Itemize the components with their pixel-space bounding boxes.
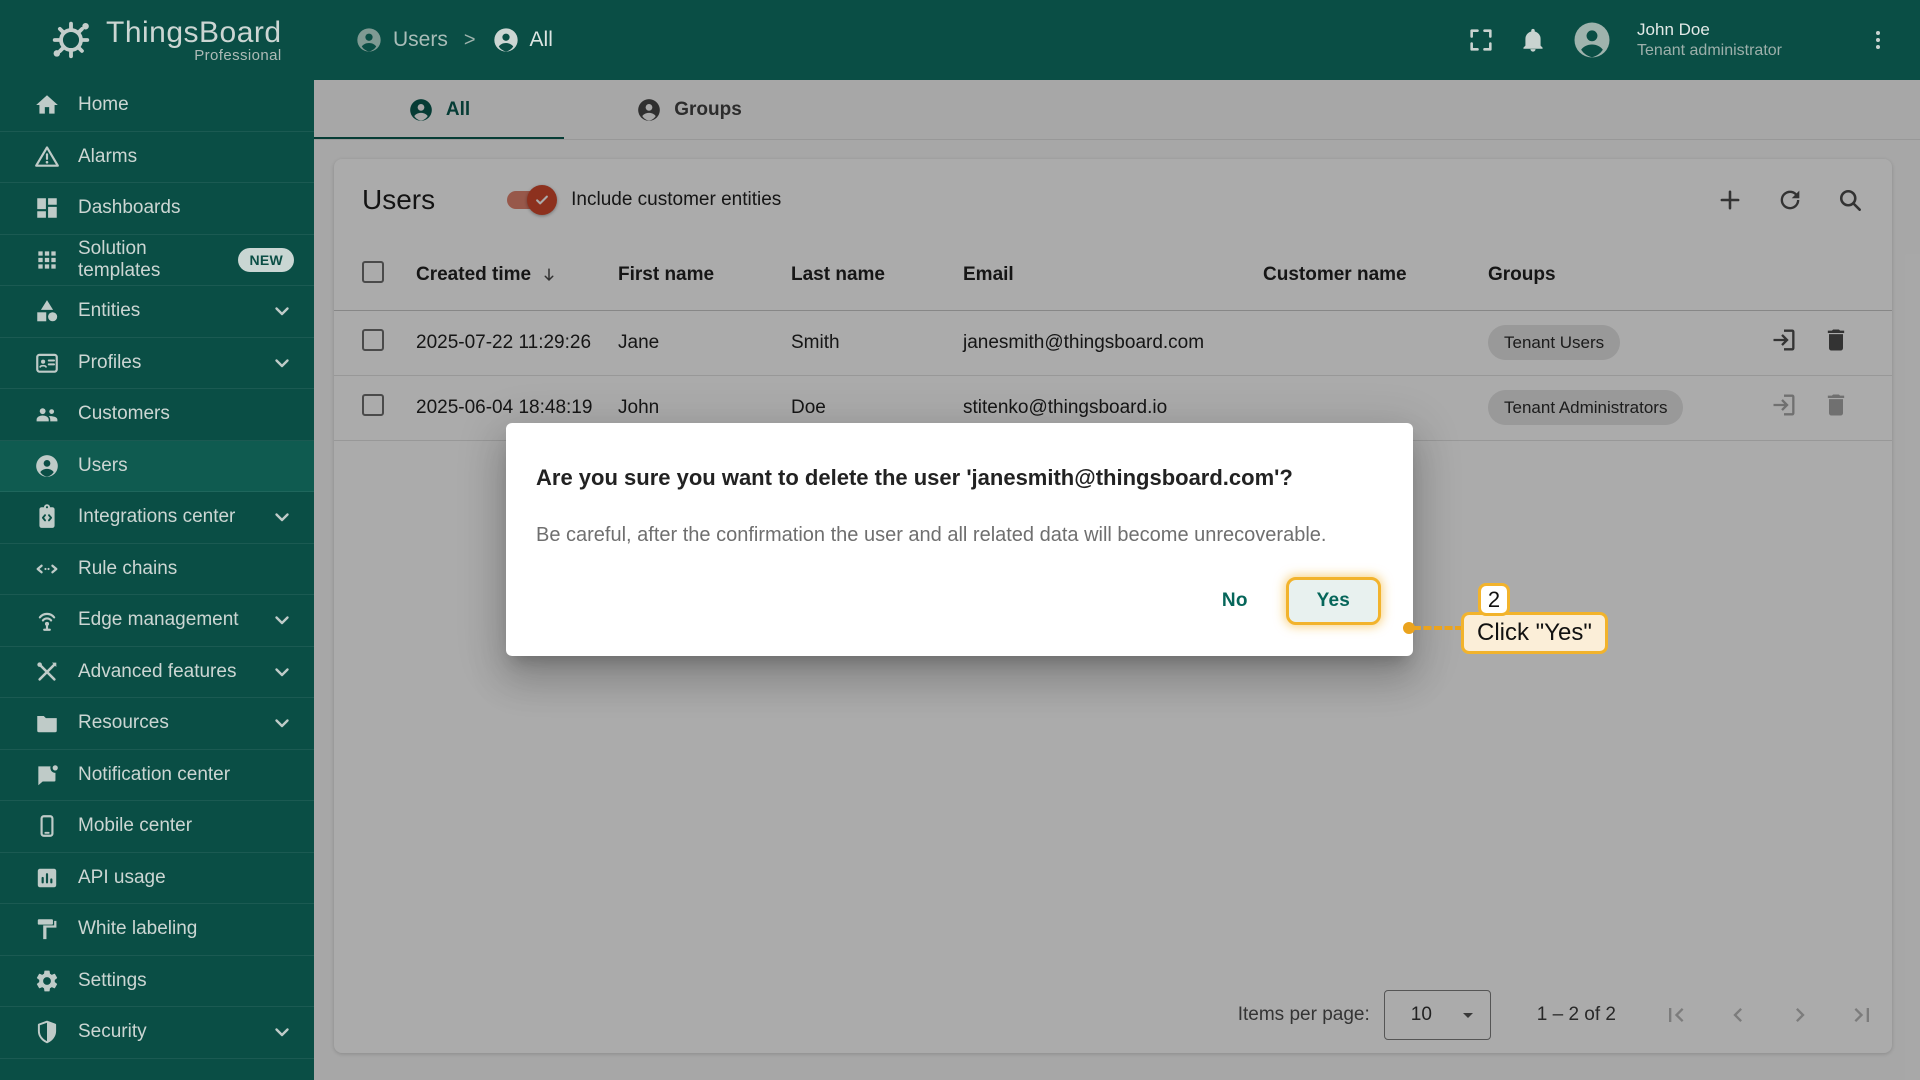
home-icon [34,92,60,118]
annotation-label: Click "Yes" [1461,612,1608,654]
integrations-center-icon [34,504,60,530]
user-role: Tenant administrator [1637,42,1782,60]
sidebar-item-label: Notification center [78,764,230,786]
annotation-step-badge: 2 [1478,583,1510,616]
sidebar-item-label: Entities [78,300,140,322]
sidebar-item-label: Mobile center [78,815,192,837]
yes-button[interactable]: Yes [1289,580,1378,622]
sidebar-item-label: Rule chains [78,558,177,580]
brand-subtitle: Professional [194,47,281,64]
chevron-down-icon [270,608,294,632]
customers-icon [34,401,60,427]
yes-button-highlight: Yes [1286,577,1381,625]
breadcrumb-item-users[interactable]: Users [355,26,448,54]
solution-templates-icon [34,247,60,273]
sidebar: Home Alarms Dashboards Solution templates NE… [0,80,314,1080]
sidebar-item-advanced-features[interactable]: Advanced features [0,647,314,699]
sidebar-item-security[interactable]: Security [0,1007,314,1059]
sidebar-item-api-usage[interactable]: API usage [0,853,314,905]
breadcrumb-label: Users [393,28,448,52]
dashboards-icon [34,195,60,221]
account-circle-icon [492,26,520,54]
edge-management-icon [34,607,60,633]
users-icon [34,453,60,479]
advanced-features-icon [34,659,60,685]
entities-icon [34,298,60,324]
more-menu-icon[interactable] [1866,28,1890,52]
sidebar-item-resources[interactable]: Resources [0,698,314,750]
notification-center-icon [34,762,60,788]
sidebar-item-label: Advanced features [78,661,236,683]
sidebar-item-dashboards[interactable]: Dashboards [0,183,314,235]
sidebar-item-customers[interactable]: Customers [0,389,314,441]
brand-name: ThingsBoard [106,16,282,50]
dialog-body: Be careful, after the confirmation the u… [536,524,1383,547]
chevron-down-icon [270,299,294,323]
white-labeling-icon [34,916,60,942]
chevron-down-icon [270,711,294,735]
sidebar-item-label: Customers [78,403,170,425]
header-actions: John Doe Tenant administrator [1467,0,1890,80]
account-circle-icon [355,26,383,54]
api-usage-icon [34,865,60,891]
sidebar-item-label: Profiles [78,352,141,374]
sidebar-item-label: Alarms [78,146,137,168]
sidebar-item-rule-chains[interactable]: Rule chains [0,544,314,596]
sidebar-item-integrations-center[interactable]: Integrations center [0,492,314,544]
avatar[interactable] [1571,19,1613,61]
sidebar-item-white-labeling[interactable]: White labeling [0,904,314,956]
sidebar-item-entities[interactable]: Entities [0,286,314,338]
chevron-down-icon [270,505,294,529]
new-badge: NEW [238,248,294,272]
sidebar-item-label: Settings [78,970,147,992]
alarms-icon [34,144,60,170]
sidebar-item-label: Integrations center [78,506,235,528]
app-header: ThingsBoard Professional Users > All Joh… [0,0,1920,80]
fullscreen-icon[interactable] [1467,26,1495,54]
sidebar-item-mobile-center[interactable]: Mobile center [0,801,314,853]
sidebar-item-label: Dashboards [78,197,180,219]
sidebar-item-label: Home [78,94,129,116]
breadcrumb-label: All [530,28,553,52]
settings-icon [34,968,60,994]
sidebar-item-solution-templates[interactable]: Solution templates NEW [0,235,314,287]
thingsboard-logo[interactable]: ThingsBoard Professional [48,16,282,64]
security-icon [34,1019,60,1045]
sidebar-item-alarms[interactable]: Alarms [0,132,314,184]
sidebar-item-notification-center[interactable]: Notification center [0,750,314,802]
sidebar-item-label: Solution templates [78,238,220,282]
sidebar-item-label: White labeling [78,918,197,940]
annotation-connector-line [1413,626,1463,630]
sidebar-item-users[interactable]: Users [0,441,314,493]
profiles-icon [34,350,60,376]
thingsboard-logo-icon [48,17,94,63]
sidebar-item-label: Resources [78,712,169,734]
sidebar-item-label: Security [78,1021,147,1043]
sidebar-item-label: Users [78,455,128,477]
chevron-down-icon [270,351,294,375]
resources-icon [34,710,60,736]
no-button[interactable]: No [1204,580,1266,622]
chevron-down-icon [270,660,294,684]
breadcrumb: Users > All [355,0,553,80]
breadcrumb-separator: > [464,29,476,52]
sidebar-item-label: API usage [78,867,166,889]
sidebar-item-edge-management[interactable]: Edge management [0,595,314,647]
dialog-actions: No Yes [536,577,1383,625]
delete-confirmation-dialog: Are you sure you want to delete the user… [506,423,1413,656]
user-info[interactable]: John Doe Tenant administrator [1637,20,1782,60]
mobile-center-icon [34,813,60,839]
sidebar-item-profiles[interactable]: Profiles [0,338,314,390]
rule-chains-icon [34,556,60,582]
user-name: John Doe [1637,20,1782,40]
sidebar-item-label: Edge management [78,609,239,631]
breadcrumb-item-all[interactable]: All [492,26,553,54]
sidebar-item-settings[interactable]: Settings [0,956,314,1008]
sidebar-item-home[interactable]: Home [0,80,314,132]
notifications-bell-icon[interactable] [1519,26,1547,54]
chevron-down-icon [270,1020,294,1044]
dialog-title: Are you sure you want to delete the user… [536,465,1383,491]
